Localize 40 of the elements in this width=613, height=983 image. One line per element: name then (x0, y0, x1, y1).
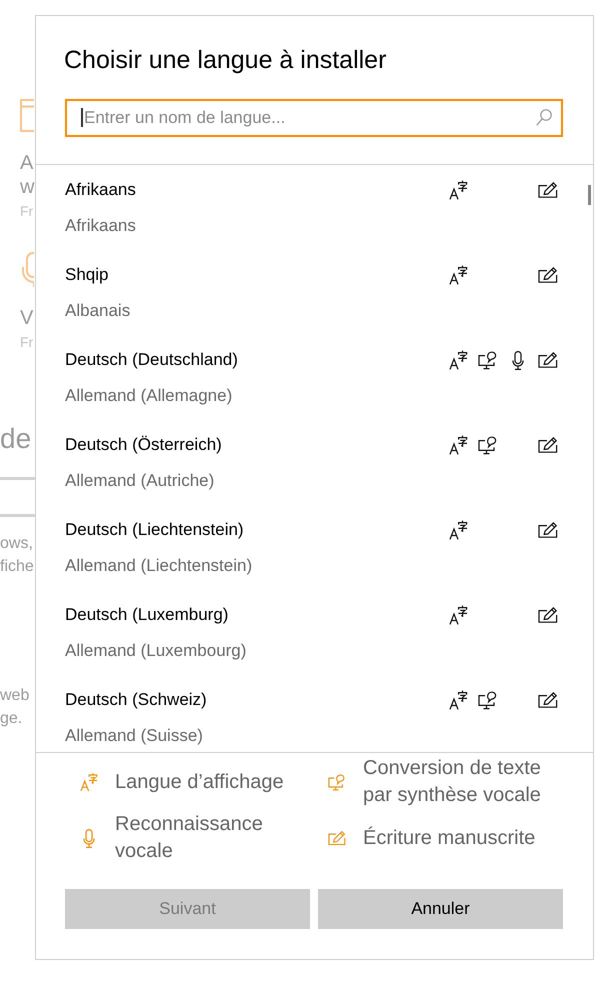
page-text: ge. (0, 709, 22, 729)
search-field[interactable]: Entrer un nom de langue... (65, 99, 563, 137)
microphone-icon (83, 828, 95, 848)
page-text: fiche (0, 557, 34, 577)
monitor-speech-bubble-icon (328, 772, 346, 792)
language-name[interactable]: Shqip (65, 264, 443, 286)
tile-subtitle: Fr (20, 202, 34, 220)
section-heading: de (0, 422, 32, 456)
legend-label: Langue d’affichage (115, 770, 284, 794)
language-translation: Afrikaans (65, 215, 136, 237)
legend-label: Écriture manuscrite (363, 826, 536, 850)
language-translation: Allemand (Suisse) (65, 725, 203, 747)
tile-title: w (20, 175, 34, 199)
language-translation: Allemand (Autriche) (65, 470, 214, 492)
tile-subtitle: Fr (20, 333, 34, 351)
scrollbar-thumb[interactable] (588, 185, 591, 205)
language-translation: Albanais (65, 300, 130, 322)
microphone-icon (22, 252, 34, 288)
page-text: ows, (0, 534, 33, 554)
language-name[interactable]: Deutsch (Österreich) (65, 434, 443, 456)
pencil-pad-icon (328, 830, 346, 846)
language-name[interactable]: Afrikaans (65, 179, 443, 201)
tile-title: V (20, 306, 34, 330)
tile-title: A (20, 151, 34, 175)
language-name[interactable]: Deutsch (Schweiz) (65, 689, 443, 711)
window-icon (20, 99, 34, 132)
language-translation: Allemand (Liechtenstein) (65, 555, 252, 577)
characters-icon (80, 772, 98, 792)
language-translation: Allemand (Allemagne) (65, 385, 232, 407)
page-text: web (0, 686, 30, 706)
dialog-title: Choisir une langue à installer (64, 45, 386, 76)
legend-label: Reconnaissance vocale (115, 812, 264, 864)
legend-label: Conversion de texte par synthèse vocale (363, 756, 542, 808)
language-name[interactable]: Deutsch (Deutschland) (65, 349, 443, 371)
language-name[interactable]: Deutsch (Luxemburg) (65, 604, 443, 626)
cancel-button[interactable]: Annuler (318, 889, 563, 929)
search-icon[interactable] (536, 109, 552, 126)
language-name[interactable]: Deutsch (Liechtenstein) (65, 519, 443, 541)
cursor-icon (81, 108, 83, 127)
language-translation: Allemand (Luxembourg) (65, 640, 246, 662)
